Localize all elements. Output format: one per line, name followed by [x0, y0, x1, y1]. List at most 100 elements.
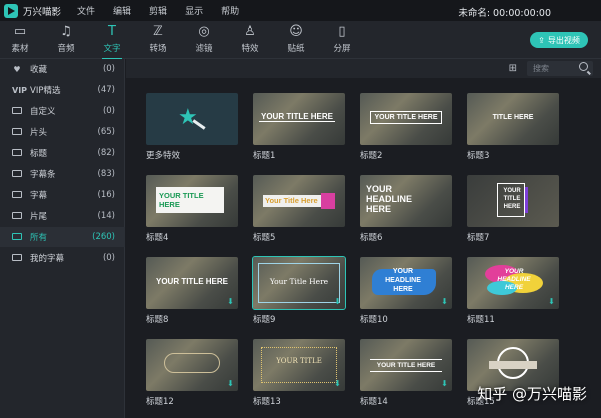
card-label: 标题1 — [253, 151, 276, 161]
category-sidebar: ♥ 收藏 (0) VIP VIP精选 (47) 自定义 (0) 片头 (65) … — [0, 59, 125, 418]
card-label: 标题11 — [467, 315, 495, 325]
export-video-button[interactable]: ⇪ 导出视频 — [530, 32, 588, 48]
sidebar-item-label: 自定义 — [30, 107, 56, 117]
menu-edit[interactable]: 编辑 — [113, 4, 131, 17]
card-label: 标题3 — [467, 151, 490, 161]
card-title-13[interactable]: YOUR TITLE ⬇ 标题13 — [253, 339, 345, 407]
tool-text[interactable]: T 文字 — [92, 24, 132, 60]
search-box[interactable]: 搜索 — [527, 61, 593, 76]
card-title-1[interactable]: YOUR TITLE HERE 标题1 — [253, 93, 345, 161]
card-thumbnail: YOUR HEADLINE HERE — [360, 175, 452, 227]
sidebar-item-label: VIP精选 — [30, 86, 61, 96]
sidebar-item-label: 片头 — [30, 128, 48, 138]
card-title-12[interactable]: ⬇ 标题12 — [146, 339, 238, 407]
magic-wand-icon: ★ — [178, 105, 198, 130]
card-title-4[interactable]: YOUR TITLE HERE 标题4 — [146, 175, 238, 243]
sidebar-item-count: (14) — [97, 211, 115, 221]
text-icon: T — [108, 24, 116, 39]
sidebar-item-titles[interactable]: 标题 (82) — [0, 143, 125, 163]
card-title-3[interactable]: TITLE HERE 标题3 — [467, 93, 559, 161]
card-title-9[interactable]: Your Title Here ⬇ 标题9 — [252, 256, 346, 325]
folder-icon — [12, 106, 22, 114]
tool-sticker-label: 贴纸 — [287, 44, 305, 54]
card-label: 标题2 — [360, 151, 383, 161]
sidebar-item-vip[interactable]: VIP VIP精选 (47) — [0, 80, 125, 100]
folder-icon — [12, 127, 22, 135]
folder-icon — [12, 190, 22, 198]
card-thumbnail: YOUR TITLE HERE — [467, 175, 559, 227]
tool-split-screen-label: 分屏 — [333, 44, 351, 54]
card-title-10[interactable]: YOUR HEADLINE HERE ⬇ 标题10 — [360, 257, 452, 325]
tool-audio-label: 音频 — [57, 44, 75, 54]
sidebar-item-label: 收藏 — [30, 65, 48, 75]
title-bar: 万兴喵影 文件 编辑 剪辑 显示 帮助 未命名: 00:00:00:00 — [0, 0, 601, 21]
tool-transition[interactable]: ℤ 转场 — [138, 24, 178, 54]
menu-view[interactable]: 显示 — [185, 4, 203, 17]
tool-audio[interactable]: ♫ 音频 — [46, 24, 86, 54]
download-icon[interactable]: ⬇ — [226, 298, 235, 306]
download-icon[interactable]: ⬇ — [333, 298, 342, 306]
download-icon[interactable]: ⬇ — [333, 380, 342, 388]
card-title-5[interactable]: Your Title Here 标题5 — [253, 175, 345, 243]
sidebar-item-count: (82) — [97, 148, 115, 158]
sidebar-item-opener[interactable]: 片头 (65) — [0, 122, 125, 142]
sidebar-item-count: (83) — [97, 169, 115, 179]
sidebar-item-subtitles[interactable]: 字幕 (16) — [0, 185, 125, 205]
thumb-text: YOUR TITLE HERE — [370, 111, 442, 124]
sticker-icon: ☺ — [289, 24, 303, 39]
card-title-2[interactable]: YOUR TITLE HERE 标题2 — [360, 93, 452, 161]
sidebar-item-favorites[interactable]: ♥ 收藏 (0) — [0, 59, 125, 79]
heart-icon: ♥ — [13, 64, 21, 74]
sidebar-item-custom[interactable]: 自定义 (0) — [0, 101, 125, 121]
grid-view-icon[interactable]: ⊞ — [509, 63, 517, 74]
split-screen-icon: ▯ — [338, 24, 346, 39]
card-title-14[interactable]: YOUR TITLE HERE ⬇ 标题14 — [360, 339, 452, 407]
card-label: 标题8 — [146, 315, 169, 325]
thumb-text: YOUR TITLE HERE — [503, 188, 521, 210]
card-title-11[interactable]: YOUR HEADLINE HERE ⬇ 标题11 — [467, 257, 559, 325]
sidebar-item-my-subtitles[interactable]: 我的字幕 (0) — [0, 248, 125, 268]
card-title-8[interactable]: YOUR TITLE HERE ⬇ 标题8 — [146, 257, 238, 325]
thumb-text: YOUR HEADLINE HERE — [366, 184, 413, 214]
card-label: 标题4 — [146, 233, 169, 243]
card-thumbnail: YOUR TITLE HERE — [146, 175, 238, 227]
download-icon[interactable]: ⬇ — [440, 298, 449, 306]
thumb-text: Your Title Here — [269, 277, 329, 286]
card-more-effects[interactable]: ★ 更多特效 — [146, 93, 238, 161]
download-icon[interactable]: ⬇ — [547, 298, 556, 306]
thumb-text: Your Title Here — [265, 196, 318, 205]
sidebar-item-label: 我的字幕 — [30, 254, 65, 264]
card-title-6[interactable]: YOUR HEADLINE HERE 标题6 — [360, 175, 452, 243]
card-thumbnail: YOUR TITLE HERE — [253, 93, 345, 145]
tool-filter[interactable]: ◎ 滤镜 — [184, 24, 224, 54]
tool-effects[interactable]: ♙ 特效 — [230, 24, 270, 54]
tool-sticker[interactable]: ☺ 贴纸 — [276, 24, 316, 54]
download-icon[interactable]: ⬇ — [226, 380, 235, 388]
tool-media[interactable]: ▭ 素材 — [0, 24, 40, 54]
thumb-text: YOUR TITLE — [276, 357, 322, 365]
menu-file[interactable]: 文件 — [77, 4, 95, 17]
menu-bar: 文件 编辑 剪辑 显示 帮助 — [77, 4, 257, 17]
tool-split-screen[interactable]: ▯ 分屏 — [322, 24, 362, 54]
filter-icon: ◎ — [198, 24, 210, 39]
card-label: 标题13 — [253, 397, 281, 407]
thumb-text: YOUR HEADLINE HERE — [385, 268, 421, 293]
card-thumbnail: Your Title Here ⬇ — [252, 256, 346, 310]
sidebar-item-end-credits[interactable]: 片尾 (14) — [0, 206, 125, 226]
thumb-text: YOUR TITLE HERE — [159, 191, 204, 209]
card-thumbnail: YOUR TITLE HERE — [360, 93, 452, 145]
export-icon: ⇪ — [538, 35, 545, 45]
sidebar-item-lower-thirds[interactable]: 字幕条 (83) — [0, 164, 125, 184]
sidebar-item-all[interactable]: 所有 (260) — [0, 227, 125, 247]
download-icon[interactable]: ⬇ — [440, 380, 449, 388]
menu-clip[interactable]: 剪辑 — [149, 4, 167, 17]
sidebar-item-count: (260) — [92, 232, 115, 242]
card-title-7[interactable]: YOUR TITLE HERE 标题7 — [467, 175, 559, 243]
search-icon[interactable] — [579, 62, 588, 71]
folder-icon — [12, 211, 22, 219]
thumb-text: YOUR HEADLINE HERE — [497, 268, 531, 291]
app-logo-icon — [4, 3, 18, 18]
menu-help[interactable]: 帮助 — [221, 4, 239, 17]
tool-effects-label: 特效 — [241, 44, 259, 54]
transition-icon: ℤ — [153, 24, 163, 39]
